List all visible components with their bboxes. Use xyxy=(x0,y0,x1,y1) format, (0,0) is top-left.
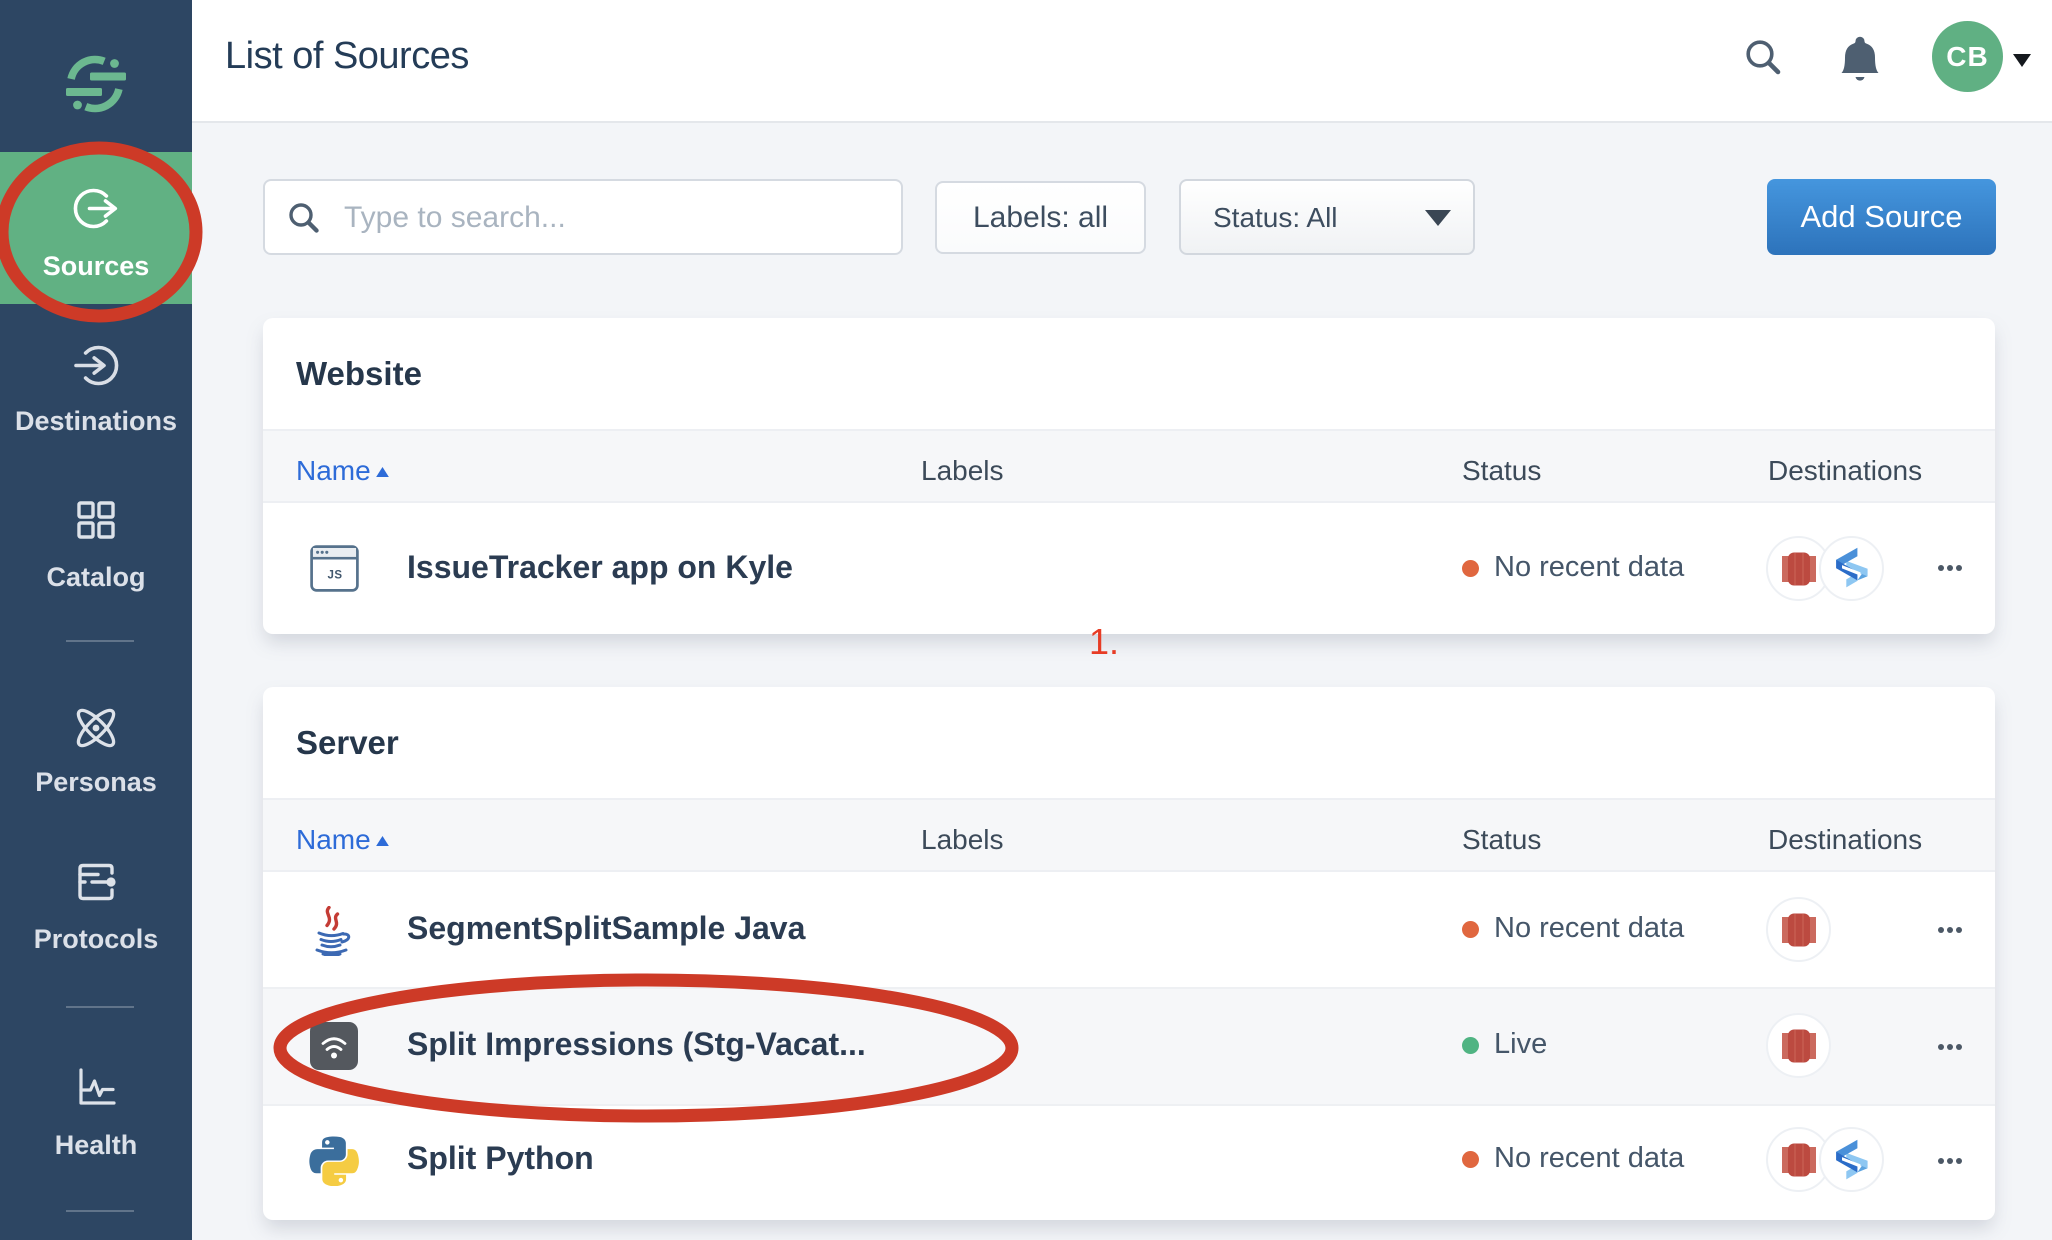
svg-text:JS: JS xyxy=(327,570,342,582)
